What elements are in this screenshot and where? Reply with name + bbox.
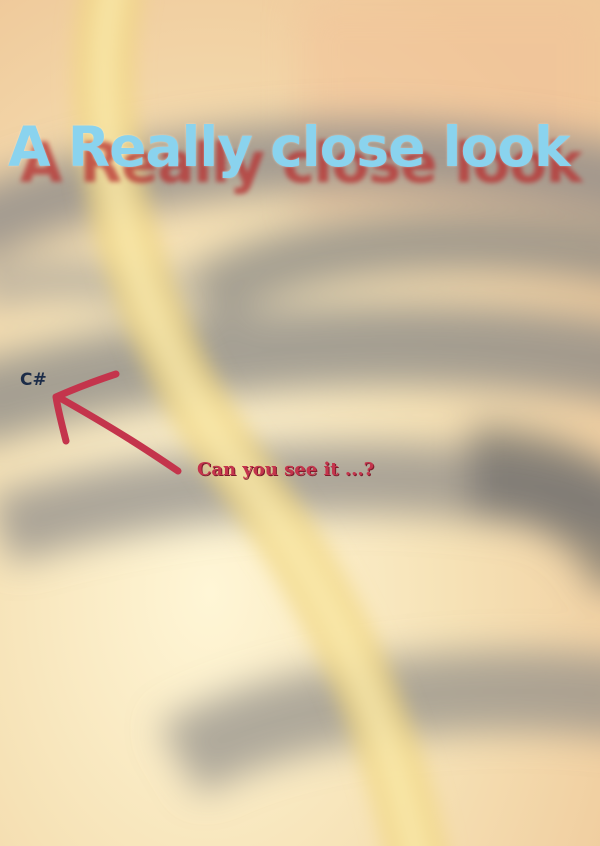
hand-drawn-arrow-icon — [52, 370, 182, 475]
arrow-shaft — [56, 394, 182, 475]
caption-text: Can you see it ...? — [197, 459, 375, 480]
arrow-head — [52, 370, 120, 445]
poster: A Really close look A Really close look … — [0, 0, 600, 846]
